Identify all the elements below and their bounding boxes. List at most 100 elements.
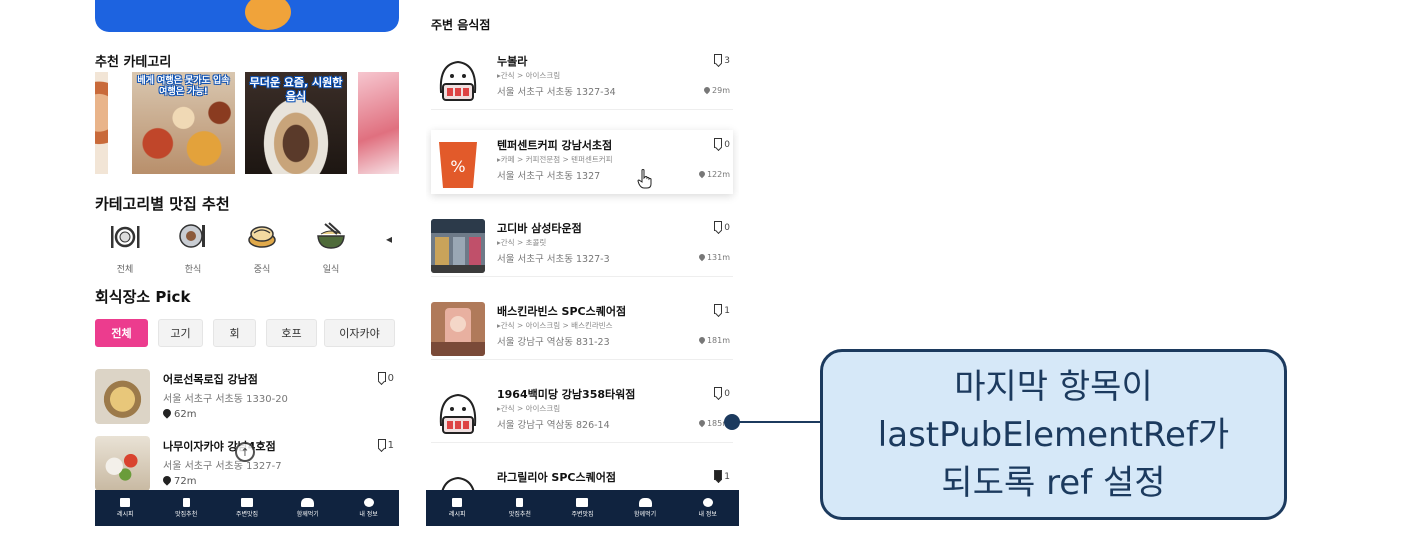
category-all[interactable]: 전체 [100,222,150,275]
list-item[interactable]: % 텐퍼센트커피 강남서초점 ▸카페 > 커피전문점 > 텐퍼센트커피 서울 서… [431,130,733,194]
place-category-path: ▸카페 > 커피전문점 > 텐퍼센트커피 [497,155,613,164]
svg-text:%: % [450,157,465,176]
place-distance: 181m [697,335,730,345]
place-address: 서울 강남구 역삼동 831-23 [497,337,610,348]
bookmark-count[interactable]: 3 [714,54,730,66]
user-icon [363,498,374,507]
bookmark-icon [714,304,723,314]
chip-sashimi[interactable]: 회 [213,319,256,347]
nav-nearby[interactable]: 주변맛집 [217,498,277,518]
recommend-category-title: 추천 카테고리 [95,55,172,70]
bookmark-count[interactable]: 1 [714,470,730,482]
place-name: 누볼라 [497,55,528,68]
place-category-path: ▸간식 > 아이스크림 > 배스킨라빈스 [497,321,613,330]
bookmark-icon [714,138,723,148]
bookmark-icon [714,54,723,64]
place-thumbnail [431,302,485,356]
list-item[interactable]: 1964백미당 강남358타워점 ▸간식 > 아이스크림 서울 강남구 역삼동 … [431,379,733,443]
chip-all[interactable]: 전체 [95,319,148,347]
place-thumbnail [431,52,485,106]
nav-nearby[interactable]: 주변맛집 [552,498,612,518]
nav-restaurant-recommend[interactable]: 맛집추천 [490,498,550,518]
bookmark-count[interactable]: 1 [714,304,730,316]
place-name: 나무이자카야 강남4호점 [163,440,276,453]
category-japanese-label: 일식 [322,265,340,275]
nav-my-info[interactable]: 내 정보 [339,498,399,518]
category-japanese[interactable]: 일식 [306,222,356,275]
place-address: 서울 서초구 서초동 1327 [497,171,601,182]
nav-recipe[interactable]: 레시피 [427,498,487,518]
recommend-card-3-caption: 무더운 요즘, 시원한 음식 [249,76,343,103]
place-category-path: ▸간식 > 아이스크림 [497,404,561,413]
recommend-card-2-caption: 베게 여행은 못가도 입속 여행은 가능! [137,76,230,97]
category-all-label: 전체 [116,265,134,275]
location-pin-icon [161,407,173,419]
nav-my-info[interactable]: 내 정보 [678,498,738,518]
recommend-card-2[interactable]: 베게 여행은 못가도 입속 여행은 가능! [132,72,235,174]
nav-eat-together[interactable]: 함께먹기 [615,498,675,518]
category-korean-label: 한식 [184,265,202,275]
place-address: 서울 서초구 서초동 1327-7 [163,461,282,472]
chip-meat[interactable]: 고기 [158,319,203,347]
pick-title: 회식장소 Pick [95,288,191,306]
recipe-icon [452,498,463,507]
place-name: 1964백미당 강남358타워점 [497,388,636,401]
place-distance: 62m [161,407,196,420]
callout-line-1: 마지막 항목이 [954,366,1153,407]
place-name: 배스킨라빈스 SPC스퀘어점 [497,305,627,318]
dumpling-icon [248,226,276,248]
bookmark-count[interactable]: 1 [377,439,394,451]
place-category-path: ▸간식 > 아이스크림 [497,71,561,80]
arrow-up-icon: ↑ [240,445,250,459]
bookmark-filled-icon [714,470,723,480]
callout-line-3: 되도록 ref 설정 [941,462,1166,503]
promo-banner[interactable] [95,0,399,32]
user-icon [702,498,713,507]
bottom-nav: 레시피 맛집추천 주변맛집 함께먹기 내 정보 [95,490,399,526]
category-chinese[interactable]: 중식 [237,222,287,275]
bookmark-icon [377,372,386,382]
fork-knife-icon [516,498,524,507]
location-pin-icon [161,474,173,486]
list-item[interactable]: 누볼라 ▸간식 > 아이스크림 서울 서초구 서초동 1327-34 3 29m [431,46,733,110]
people-icon [301,498,315,507]
place-thumbnail [431,219,485,273]
recommend-card-1[interactable] [95,72,108,174]
category-korean[interactable]: 한식 [168,222,218,275]
location-pin-icon [702,85,712,95]
place-name: 고디바 삼성타운점 [497,222,582,235]
place-thumbnail [95,436,150,491]
bookmark-count[interactable]: 0 [714,387,730,399]
hand-cursor-icon [637,169,652,189]
banner-illustration [245,0,291,30]
annotation-connector-line [739,421,820,423]
recipe-icon [120,498,131,507]
chip-pub[interactable]: 호프 [266,319,317,347]
people-icon [638,498,652,507]
nav-recipe[interactable]: 레시피 [95,498,155,518]
callout-line-2: lastPubElementRef가 [877,414,1230,455]
nav-eat-together[interactable]: 함께먹기 [278,498,338,518]
fork-knife-icon [182,498,190,507]
recommend-card-3[interactable]: 무더운 요즘, 시원한 음식 [245,72,347,174]
location-pin-icon [697,252,707,262]
location-pin-icon [697,418,707,428]
place-address: 서울 서초구 서초동 1330-20 [163,394,288,405]
recommend-card-4[interactable] [358,72,399,174]
list-item[interactable]: 어로선목로집 강남점 서울 서초구 서초동 1330-20 62m 0 [95,369,399,429]
bookmark-count[interactable]: 0 [714,138,730,150]
place-category-path: ▸간식 > 초콜릿 [497,238,547,247]
bookmark-count[interactable]: 0 [714,221,730,233]
scroll-to-top-button[interactable]: ↑ [235,442,255,462]
place-address: 서울 서초구 서초동 1327-3 [497,254,610,265]
place-thumbnail [431,385,485,439]
nav-restaurant-recommend[interactable]: 맛집추천 [156,498,216,518]
list-item[interactable]: 배스킨라빈스 SPC스퀘어점 ▸간식 > 아이스크림 > 배스킨라빈스 서울 강… [431,296,733,360]
bookmark-count[interactable]: 0 [377,372,394,384]
category-recommend-title: 카테고리별 맛집 추천 [95,195,230,213]
category-more-peek[interactable]: ◂ [386,232,396,252]
chip-izakaya[interactable]: 이자카야 [324,319,395,347]
korean-food-icon [179,224,205,248]
noodle-bowl-icon [317,222,345,249]
list-item[interactable]: 고디바 삼성타운점 ▸간식 > 초콜릿 서울 서초구 서초동 1327-3 0 … [431,213,733,277]
